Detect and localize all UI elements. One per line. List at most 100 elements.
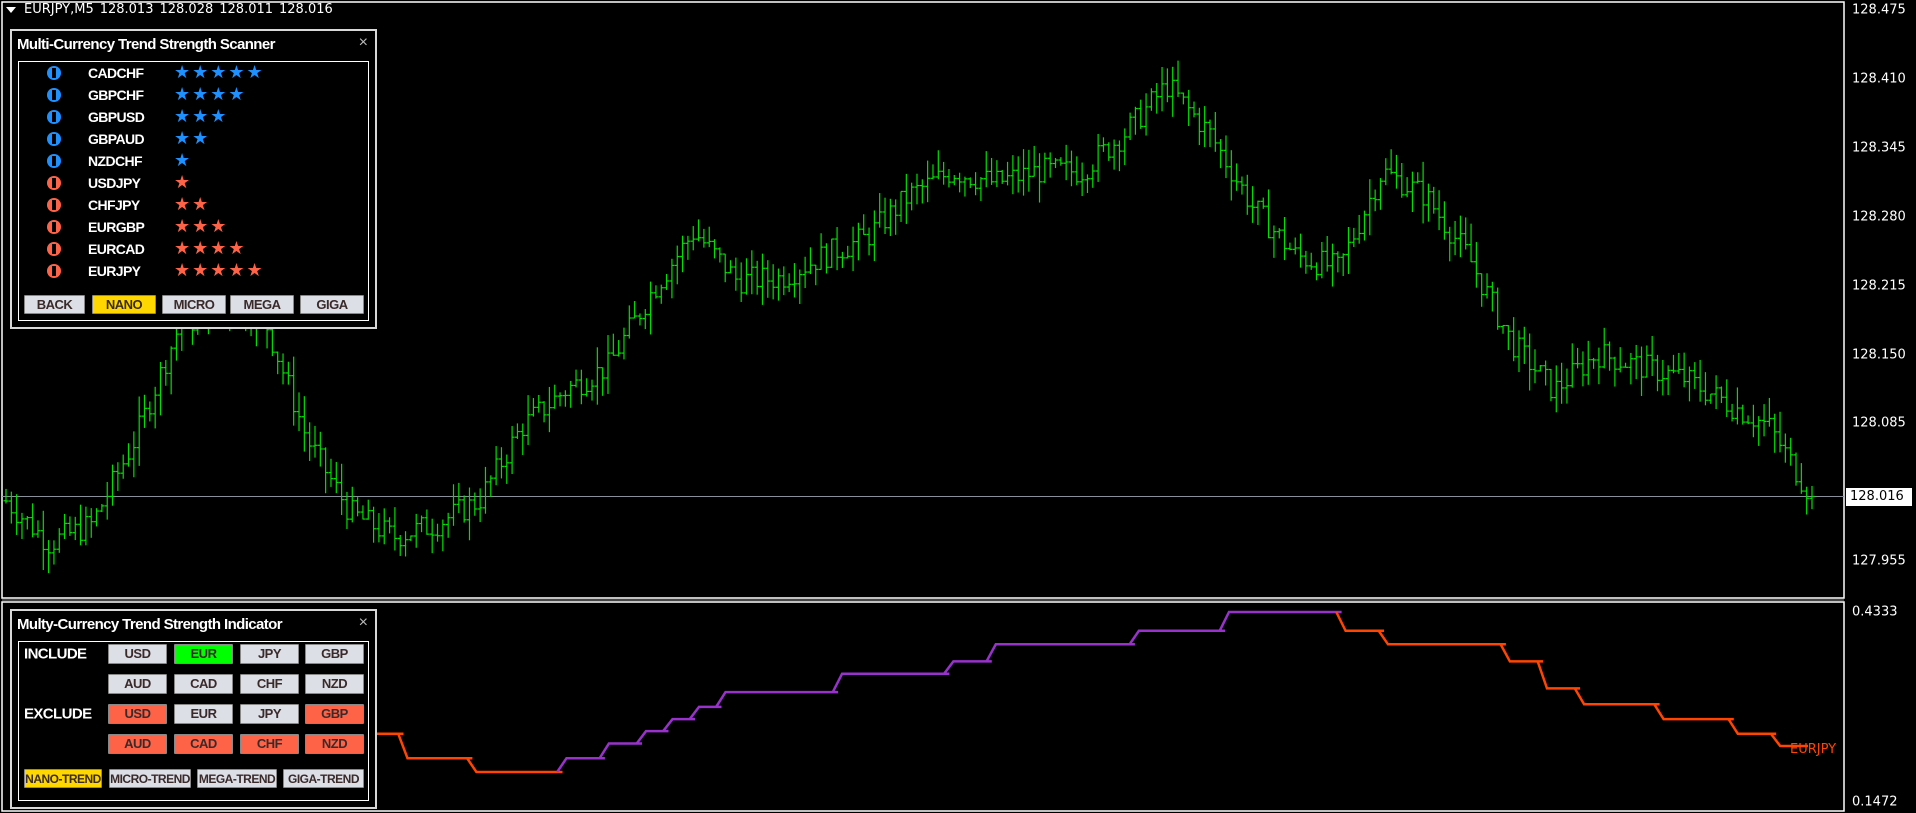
include-gbp-button[interactable]: GBP: [305, 644, 364, 664]
arrow-shaft: [52, 134, 56, 144]
price-tick-label: 128.215: [1852, 278, 1906, 294]
pair-name[interactable]: CHFJPY: [88, 197, 140, 213]
price-bar: [1207, 119, 1213, 148]
price-bar: [797, 269, 803, 304]
exclude-gbp-button[interactable]: GBP: [305, 704, 364, 724]
arrow-up-circle-icon: [47, 110, 61, 124]
pair-name[interactable]: EURJPY: [88, 263, 141, 279]
arrow-shaft: [52, 68, 56, 78]
pair-name[interactable]: GBPCHF: [88, 87, 144, 103]
include-eur-button[interactable]: EUR: [174, 644, 233, 664]
exclude-aud-button[interactable]: AUD: [108, 734, 167, 754]
price-bar: [1303, 250, 1309, 274]
trend-button-giga-trend[interactable]: GIGA-TREND: [283, 769, 364, 788]
exclude-nzd-button[interactable]: NZD: [305, 734, 364, 754]
price-bar: [1569, 343, 1575, 388]
price-bar: [142, 394, 148, 428]
price-bar: [898, 190, 904, 222]
price-bar: [1276, 228, 1282, 239]
price-bar: [658, 284, 664, 304]
price-bar: [648, 281, 654, 335]
exclude-usd-button[interactable]: USD: [108, 704, 167, 724]
exclude-cad-button[interactable]: CAD: [174, 734, 233, 754]
price-bar: [850, 226, 856, 272]
pair-name[interactable]: EURCAD: [88, 241, 145, 257]
indicator-panel: Multy-Currency Trend Strength Indicator …: [10, 609, 377, 809]
include-usd-button[interactable]: USD: [108, 644, 167, 664]
price-bar: [1234, 163, 1240, 191]
price-bar: [1617, 347, 1623, 373]
price-bar: [1068, 150, 1074, 187]
strength-stars: ★★: [174, 128, 211, 149]
exclude-chf-button[interactable]: CHF: [240, 734, 299, 754]
timeframe-button-nano[interactable]: NANO: [92, 295, 156, 314]
trend-button-mega-trend[interactable]: MEGA-TREND: [197, 769, 277, 788]
price-bar: [1527, 333, 1533, 391]
price-bar: [14, 494, 20, 535]
price-bar: [632, 301, 638, 319]
price-bar: [323, 447, 329, 494]
price-bar: [296, 392, 302, 432]
price-bar: [1798, 463, 1804, 494]
indicator-line-segment: [662, 717, 695, 732]
indicator-close-button[interactable]: ×: [359, 614, 368, 632]
price-bar: [1425, 183, 1431, 222]
price-bar: [312, 425, 318, 458]
pair-name[interactable]: GBPAUD: [88, 131, 145, 147]
price-bar: [1319, 241, 1325, 279]
price-bar: [1244, 174, 1250, 215]
pair-name[interactable]: CADCHF: [88, 65, 144, 81]
price-bar: [1441, 201, 1447, 240]
include-cad-button[interactable]: CAD: [174, 674, 233, 694]
ohlc-high: 128.028: [159, 2, 214, 17]
price-bar: [1351, 227, 1357, 248]
timeframe-button-back[interactable]: BACK: [24, 295, 85, 314]
price-bar: [1223, 135, 1229, 179]
pair-name[interactable]: GBPUSD: [88, 109, 145, 125]
timeframe-button-micro[interactable]: MICRO: [162, 295, 226, 314]
strength-stars: ★★★★★: [174, 62, 265, 83]
price-bar: [823, 243, 829, 274]
include-jpy-button[interactable]: JPY: [240, 644, 299, 664]
price-bar: [1335, 251, 1341, 273]
exclude-jpy-button[interactable]: JPY: [240, 704, 299, 724]
include-nzd-button[interactable]: NZD: [305, 674, 364, 694]
trend-button-nano-trend[interactable]: NANO-TREND: [24, 769, 102, 788]
price-bar: [744, 258, 750, 295]
price-bar: [1186, 89, 1192, 127]
price-bar: [1180, 92, 1186, 105]
price-bar: [1282, 217, 1288, 261]
timeframe-button-mega[interactable]: MEGA: [230, 295, 294, 314]
scanner-close-button[interactable]: ×: [359, 34, 368, 52]
price-bar: [834, 227, 840, 271]
exclude-label: EXCLUDE: [24, 705, 92, 723]
price-bar: [339, 463, 345, 515]
price-bar: [1692, 362, 1698, 389]
timeframe-button-giga[interactable]: GIGA: [300, 295, 364, 314]
price-bar: [877, 193, 883, 228]
price-bar: [1148, 88, 1154, 111]
indicator-axis-min: 0.1472: [1852, 794, 1898, 810]
price-bar: [1298, 233, 1304, 268]
include-aud-button[interactable]: AUD: [108, 674, 167, 694]
exclude-eur-button[interactable]: EUR: [174, 704, 233, 724]
ohlc-close: 128.016: [279, 2, 333, 17]
price-bar: [983, 151, 989, 188]
price-bar: [1127, 112, 1133, 141]
price-bar: [333, 462, 339, 494]
price-bar: [1436, 190, 1442, 231]
trend-button-micro-trend[interactable]: MICRO-TREND: [109, 769, 191, 788]
collapse-triangle-icon[interactable]: [6, 6, 16, 13]
price-bar: [728, 260, 734, 274]
strength-stars: ★★★★★: [174, 260, 265, 281]
pair-name[interactable]: EURGBP: [88, 219, 145, 235]
indicator-line-segment: [1573, 687, 1660, 706]
include-chf-button[interactable]: CHF: [240, 674, 299, 694]
pair-name[interactable]: USDJPY: [88, 175, 141, 191]
pair-name[interactable]: NZDCHF: [88, 153, 143, 169]
price-bar: [136, 396, 142, 466]
price-bar: [285, 361, 291, 385]
price-bar: [344, 491, 350, 530]
arrow-up-circle-icon: [47, 66, 61, 80]
price-bar: [355, 497, 361, 517]
